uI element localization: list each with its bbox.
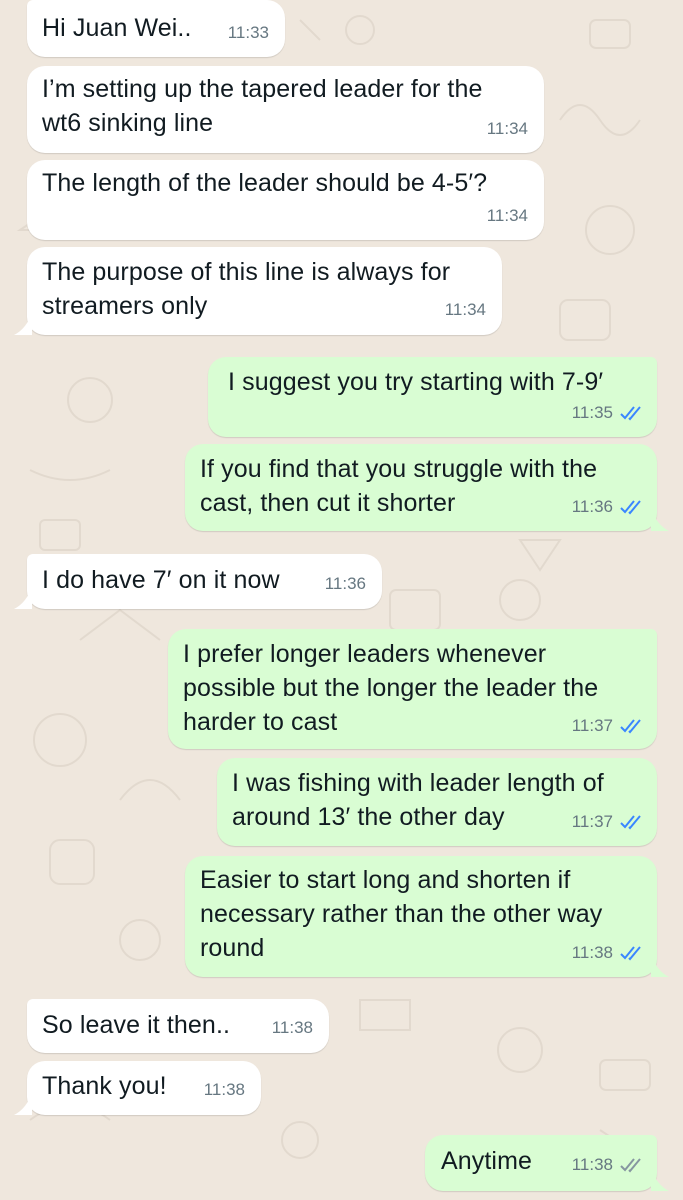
message-text: Thank you! xyxy=(42,1072,167,1100)
message-text: Hi Juan Wei.. xyxy=(42,14,192,42)
message-text: I was fishing with leader length of arou… xyxy=(232,769,604,831)
incoming-message[interactable]: The purpose of this line is always for s… xyxy=(27,247,502,335)
message-text: I suggest you try starting with 7-9′ xyxy=(228,368,604,396)
incoming-message[interactable]: The length of the leader should be 4-5′?… xyxy=(27,160,544,240)
message-meta: 11:38 xyxy=(572,936,643,970)
message-time: 11:36 xyxy=(324,574,366,593)
message-time: 11:37 xyxy=(571,716,613,735)
incoming-message[interactable]: Thank you! 11:38 xyxy=(27,1061,261,1115)
message-text: If you find that you struggle with the c… xyxy=(200,455,598,517)
message-time: 11:34 xyxy=(486,119,528,138)
incoming-message[interactable]: I do have 7′ on it now 11:36 xyxy=(27,554,382,609)
outgoing-bubble-tail xyxy=(651,955,669,977)
message-text: I’m setting up the tapered leader for th… xyxy=(42,75,483,137)
message-time: 11:36 xyxy=(571,497,613,516)
double-check-icon xyxy=(620,946,641,961)
outgoing-message[interactable]: I prefer longer leaders whenever possibl… xyxy=(168,629,657,749)
message-meta: 11:34 xyxy=(445,293,486,327)
message-time: 11:38 xyxy=(271,1018,313,1037)
incoming-bubble-tail xyxy=(14,1093,32,1115)
incoming-message[interactable]: I’m setting up the tapered leader for th… xyxy=(27,66,544,153)
double-check-icon xyxy=(620,500,641,515)
incoming-bubble-tail xyxy=(14,313,32,335)
message-meta: 11:36 xyxy=(572,490,643,524)
message-time: 11:35 xyxy=(571,403,613,422)
outgoing-message[interactable]: If you find that you struggle with the c… xyxy=(185,444,657,531)
double-check-icon xyxy=(620,406,641,421)
message-meta: 11:38 xyxy=(572,1148,643,1182)
message-text: I do have 7′ on it now xyxy=(42,566,280,594)
message-time: 11:38 xyxy=(571,1155,613,1174)
message-meta: 11:37 xyxy=(572,709,643,743)
message-meta: 11:34 xyxy=(487,199,528,233)
message-time: 11:34 xyxy=(444,300,486,319)
outgoing-message[interactable]: Easier to start long and shorten if nece… xyxy=(185,856,657,977)
outgoing-message[interactable]: Anytime 11:38 xyxy=(425,1135,657,1191)
outgoing-bubble-tail xyxy=(651,509,669,531)
message-text: The purpose of this line is always for s… xyxy=(42,258,451,320)
message-text: So leave it then.. xyxy=(42,1011,231,1039)
message-meta: 11:33 xyxy=(228,16,269,50)
message-time: 11:38 xyxy=(571,943,613,962)
message-meta: 11:34 xyxy=(487,112,528,146)
message-meta: 11:36 xyxy=(325,567,366,601)
message-text: Anytime xyxy=(441,1147,533,1175)
message-time: 11:34 xyxy=(486,206,528,225)
message-time: 11:33 xyxy=(227,23,269,42)
message-meta: 11:38 xyxy=(204,1073,245,1107)
message-time: 11:38 xyxy=(203,1080,245,1099)
double-check-icon xyxy=(620,719,641,734)
double-check-icon xyxy=(620,1158,641,1173)
incoming-message[interactable]: So leave it then.. 11:38 xyxy=(27,999,329,1053)
message-text: I prefer longer leaders whenever possibl… xyxy=(183,640,599,736)
message-meta: 11:38 xyxy=(272,1011,313,1045)
incoming-bubble-tail xyxy=(14,587,32,609)
message-list[interactable]: Hi Juan Wei.. 11:33 I’m setting up the t… xyxy=(0,0,683,1200)
outgoing-message[interactable]: I was fishing with leader length of arou… xyxy=(217,758,657,846)
message-meta: 11:35 xyxy=(572,396,643,430)
double-check-icon xyxy=(620,815,641,830)
message-time: 11:37 xyxy=(571,812,613,831)
message-text: The length of the leader should be 4-5′? xyxy=(42,169,488,197)
message-meta: 11:37 xyxy=(572,805,643,839)
outgoing-bubble-tail xyxy=(651,1169,669,1191)
message-text: Easier to start long and shorten if nece… xyxy=(200,866,603,962)
outgoing-message[interactable]: I suggest you try starting with 7-9′ 11:… xyxy=(208,357,657,437)
incoming-message[interactable]: Hi Juan Wei.. 11:33 xyxy=(27,0,285,57)
